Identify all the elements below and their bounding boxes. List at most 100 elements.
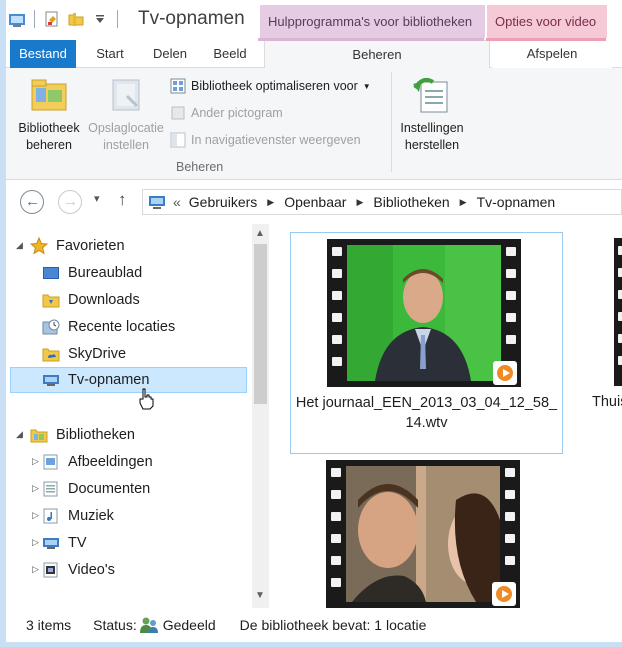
crumb-arrow-icon[interactable]: ▶ (267, 197, 274, 208)
scroll-up-arrow-icon[interactable]: ▲ (255, 228, 265, 239)
shared-users-icon (139, 616, 159, 634)
tree-item-tv[interactable]: TV (42, 530, 87, 556)
context-tab-library-tools: Hulpprogramma's voor bibliotheken (260, 5, 485, 38)
film-sprocket (618, 312, 622, 321)
skydrive-icon (42, 345, 60, 363)
optimize-library-label: Bibliotheek optimaliseren voor (191, 79, 358, 93)
item-count: 3 items (26, 617, 72, 633)
show-in-navigation-label: In navigatievenster weergeven (191, 133, 361, 147)
pictures-label: Afbeeldingen (68, 454, 153, 470)
expand-documents-icon[interactable]: ▷ (32, 483, 39, 494)
tree-item-recent[interactable]: Recente locaties (42, 314, 175, 340)
scrollbar-thumb[interactable] (254, 244, 267, 404)
crumb-tv-recordings[interactable]: Tv-opnamen (477, 194, 556, 210)
address-bar[interactable]: « Gebruikers ▶ Openbaar ▶ Bibliotheken ▶ Tv… (142, 189, 622, 215)
crumb-public[interactable]: Openbaar ▶ (284, 194, 373, 210)
expand-tv-icon[interactable]: ▷ (32, 537, 39, 548)
film-sprocket (331, 578, 341, 587)
tree-item-favorites[interactable]: Favorieten (29, 233, 125, 259)
library-info: De bibliotheek bevat: 1 locatie (239, 617, 427, 633)
crumb-arrow-icon[interactable]: ▶ (356, 197, 363, 208)
tree-item-skydrive[interactable]: SkyDrive (42, 341, 126, 367)
expand-pictures-icon[interactable]: ▷ (32, 456, 39, 467)
film-sprocket (331, 512, 341, 521)
back-arrow-icon: ← (25, 193, 40, 210)
file-item[interactable] (290, 456, 563, 608)
file-item[interactable]: Thuis (584, 232, 622, 454)
customize-toolbar-icon[interactable] (91, 10, 109, 28)
tree-item-pictures[interactable]: Afbeeldingen (42, 449, 153, 475)
crumb-tv-label: Tv-opnamen (476, 194, 556, 210)
desktop-icon (42, 264, 60, 282)
forward-button[interactable]: → (58, 190, 82, 214)
title-bar: Tv-opnamen Hulpprogramma's voor biblioth… (0, 0, 622, 647)
film-sprocket (332, 269, 342, 278)
toolbar-separator (34, 10, 35, 28)
set-save-location-label: Opslaglocatie instellen (88, 121, 164, 152)
quick-access-toolbar (8, 9, 120, 29)
new-folder-icon[interactable] (67, 10, 85, 28)
forward-arrow-icon: → (63, 193, 78, 210)
optimize-library-button[interactable]: Bibliotheek optimaliseren voor ▼ (170, 76, 371, 96)
tv-label: TV (68, 535, 87, 551)
tab-view[interactable]: Beeld (202, 40, 258, 68)
tab-start[interactable]: Start (82, 40, 138, 68)
film-sprocket (332, 291, 342, 300)
properties-icon[interactable] (43, 10, 61, 28)
tree-item-documents[interactable]: Documenten (42, 476, 150, 502)
status-label: Status: (93, 617, 137, 633)
tree-item-music[interactable]: Muziek (42, 503, 114, 529)
film-sprocket (506, 247, 516, 256)
file-item[interactable]: Het journaal_EEN_2013_03_04_12_58_14.wtv (290, 232, 563, 454)
navigation-scrollbar[interactable]: ▲ ▼ (252, 224, 269, 608)
explorer-icon[interactable] (8, 10, 26, 28)
recent-locations-dropdown[interactable]: ▾ (94, 192, 100, 205)
group-label-manage: Beheren (176, 160, 224, 174)
tree-item-libraries[interactable]: Bibliotheken (30, 422, 135, 448)
tab-play[interactable]: Afspelen (492, 40, 612, 68)
libraries-icon (30, 426, 48, 444)
crumb-libraries[interactable]: Bibliotheken ▶ (373, 194, 476, 210)
pictures-library-icon (42, 453, 60, 471)
documents-label: Documenten (68, 481, 151, 497)
back-button[interactable]: ← (20, 190, 44, 214)
tab-file[interactable]: Bestand (10, 40, 76, 68)
film-sprocket (505, 534, 515, 543)
film-sprocket (332, 335, 342, 344)
show-in-navigation-button[interactable]: In navigatievenster weergeven (170, 130, 361, 150)
video-thumbnail (327, 239, 521, 387)
play-badge-icon (493, 361, 517, 385)
crumb-users[interactable]: Gebruikers ▶ (189, 194, 284, 210)
tree-item-videos[interactable]: Video's (42, 557, 115, 583)
navigation-pane-icon (170, 132, 186, 148)
context-strip-library (258, 38, 484, 41)
expand-libraries-icon[interactable]: ◢ (16, 429, 23, 440)
video-thumbnail (614, 238, 622, 386)
expand-music-icon[interactable]: ▷ (32, 510, 39, 521)
expand-videos-icon[interactable]: ▷ (32, 564, 39, 575)
film-sprocket (505, 490, 515, 499)
tree-item-tv-recordings[interactable]: Tv-opnamen (10, 367, 247, 393)
film-sprocket (331, 556, 341, 565)
optimize-icon (170, 78, 186, 94)
restore-settings-button[interactable]: Instellingen herstellen (394, 74, 470, 154)
tab-manage[interactable]: Beheren (264, 40, 490, 69)
downloads-label: Downloads (68, 292, 140, 308)
overflow-crumbs-icon[interactable]: « (173, 194, 181, 210)
change-icon-button[interactable]: Ander pictogram (170, 103, 283, 123)
tab-share[interactable]: Delen (142, 40, 198, 68)
scroll-down-arrow-icon[interactable]: ▼ (255, 590, 265, 601)
crumb-arrow-icon[interactable]: ▶ (460, 197, 467, 208)
expand-favorites-icon[interactable]: ◢ (16, 240, 23, 251)
set-save-location-button[interactable]: Opslaglocatie instellen (84, 74, 168, 154)
downloads-folder-icon (42, 291, 60, 309)
manage-library-button[interactable]: Bibliotheek beheren (12, 74, 86, 154)
favorites-label: Favorieten (56, 238, 125, 254)
film-sprocket (618, 290, 622, 299)
tree-item-downloads[interactable]: Downloads (42, 287, 140, 313)
tree-item-desktop[interactable]: Bureaublad (42, 260, 142, 286)
film-sprocket (505, 512, 515, 521)
mouse-cursor-hand-icon (138, 388, 154, 410)
up-button[interactable]: ↑ (118, 190, 127, 210)
documents-library-icon (42, 480, 60, 498)
